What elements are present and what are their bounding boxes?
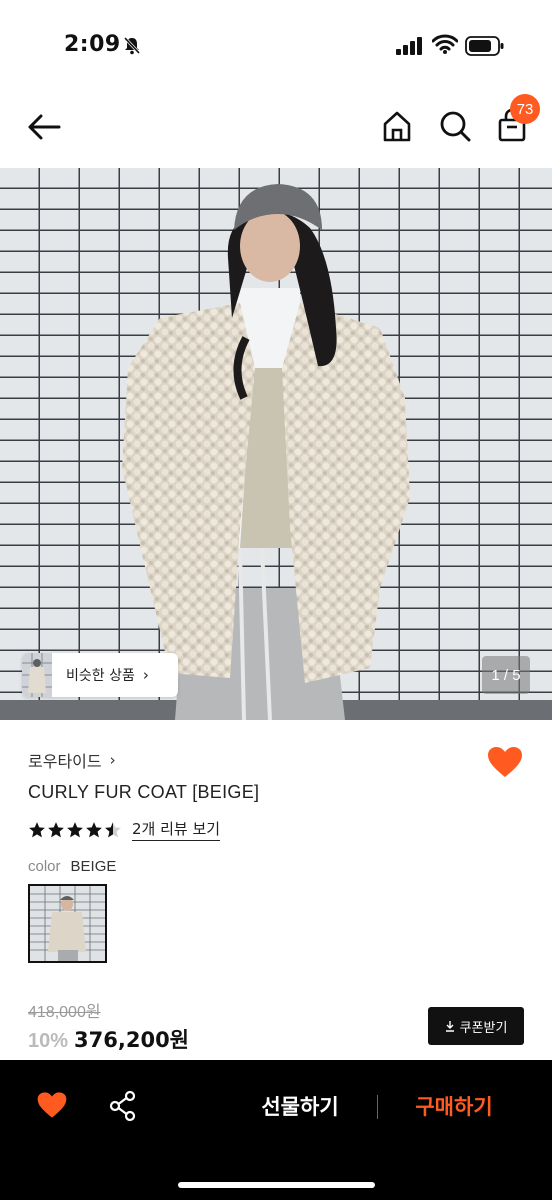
signal-icon bbox=[396, 37, 424, 59]
arrow-left-icon bbox=[28, 114, 61, 140]
image-page-indicator: 1 / 5 bbox=[482, 656, 530, 694]
similar-products-label: 비슷한 상품 bbox=[66, 668, 135, 684]
sale-price: 376,200원 bbox=[74, 1028, 189, 1052]
download-icon bbox=[445, 1021, 454, 1032]
color-label: color bbox=[28, 858, 61, 875]
color-swatch-beige[interactable] bbox=[28, 884, 107, 963]
buy-button[interactable]: 구매하기 bbox=[394, 1090, 514, 1124]
share-icon bbox=[109, 1090, 136, 1122]
heart-icon bbox=[488, 747, 522, 777]
product-image-carousel[interactable] bbox=[0, 168, 552, 720]
status-time: 2:09 bbox=[64, 32, 121, 57]
product-photo bbox=[0, 168, 552, 720]
status-bar: 2:09 bbox=[0, 0, 552, 90]
similar-product-thumbnail bbox=[22, 653, 52, 697]
original-price: 418,000원 bbox=[28, 1004, 101, 1021]
half-star-icon bbox=[105, 821, 121, 837]
gift-button[interactable]: 선물하기 bbox=[240, 1090, 360, 1124]
rating-stars bbox=[28, 821, 122, 839]
share-button[interactable] bbox=[108, 1090, 138, 1122]
home-button[interactable] bbox=[380, 108, 414, 144]
review-link[interactable]: 2개 리뷰 보기 bbox=[132, 818, 221, 841]
wifi-icon bbox=[431, 34, 459, 58]
coupon-label: 쿠폰받기 bbox=[459, 1020, 508, 1036]
color-swatch-image bbox=[30, 886, 105, 961]
search-button[interactable] bbox=[438, 108, 472, 144]
brand-name: 로우타이드 bbox=[28, 752, 102, 771]
color-value: BEIGE bbox=[70, 858, 117, 875]
heart-icon bbox=[37, 1092, 67, 1118]
chevron-right-icon: › bbox=[109, 751, 116, 769]
app-header bbox=[0, 90, 552, 168]
rating-row: 2개 리뷰 보기 bbox=[28, 818, 221, 841]
star-icon bbox=[29, 821, 45, 837]
discount-rate: 10% bbox=[28, 1030, 69, 1052]
cart-count-badge: 73 bbox=[510, 94, 540, 124]
wishlist-button[interactable] bbox=[486, 745, 524, 779]
price-row: 10% 376,200원 bbox=[28, 1024, 189, 1054]
divider bbox=[377, 1095, 378, 1119]
bottom-action-bar: 선물하기 구매하기 bbox=[0, 1060, 552, 1200]
battery-icon bbox=[465, 36, 505, 60]
coupon-download-button[interactable]: 쿠폰받기 bbox=[428, 1007, 524, 1045]
color-option-row: color BEIGE bbox=[28, 858, 116, 875]
search-icon bbox=[440, 111, 471, 142]
chevron-right-icon: › bbox=[142, 666, 149, 684]
brand-link[interactable]: 로우타이드 › bbox=[28, 748, 116, 772]
product-title: CURLY FUR COAT [BEIGE] bbox=[28, 782, 260, 802]
home-icon bbox=[383, 111, 411, 142]
star-icon bbox=[67, 821, 83, 837]
back-button[interactable] bbox=[24, 110, 64, 144]
similar-products-button[interactable]: 비슷한 상품 › bbox=[22, 653, 178, 697]
wishlist-bottom-button[interactable] bbox=[36, 1090, 70, 1122]
star-icon bbox=[48, 821, 64, 837]
home-indicator bbox=[178, 1182, 375, 1188]
star-icon bbox=[86, 821, 102, 837]
bell-off-icon bbox=[122, 36, 142, 60]
